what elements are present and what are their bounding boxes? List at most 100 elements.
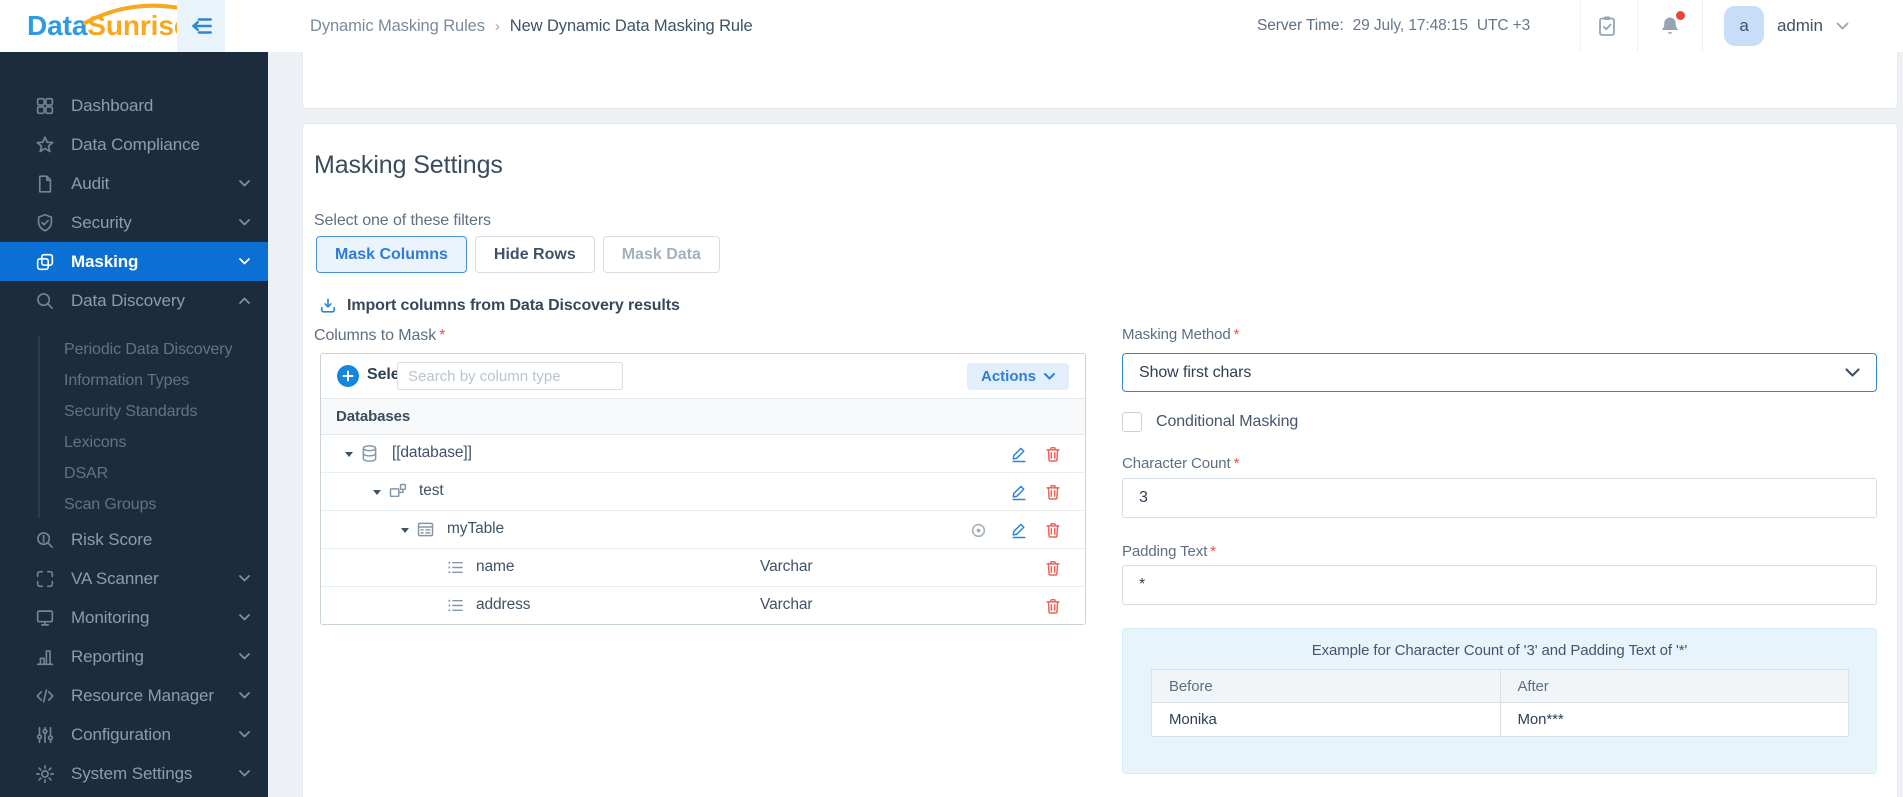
tree-node-label[interactable]: test	[419, 482, 444, 500]
import-columns-link[interactable]: Import columns from Data Discovery resul…	[318, 296, 680, 316]
masking-method-label: Masking Method *	[1122, 326, 1240, 343]
sidebar-item-dashboard[interactable]: Dashboard	[0, 86, 268, 125]
sidebar-item-reporting[interactable]: Reporting	[0, 637, 268, 676]
datasunrise-logo[interactable]: DataSunrise	[27, 0, 209, 52]
masking-example-box: Example for Character Count of '3' and P…	[1122, 628, 1877, 774]
sidebar-subitem-periodic-data-discovery[interactable]: Periodic Data Discovery	[0, 334, 268, 365]
sidebar-item-label: Risk Score	[71, 529, 153, 549]
sidebar-subitem-lexicons[interactable]: Lexicons	[0, 427, 268, 458]
columns-to-mask-label: Columns to Mask *	[314, 327, 445, 345]
sidebar-item-data-compliance[interactable]: Data Compliance	[0, 125, 268, 164]
edit-icon[interactable]	[1008, 519, 1030, 541]
tasks-button[interactable]	[1595, 14, 1619, 38]
conditional-masking-checkbox[interactable]	[1122, 412, 1142, 432]
breadcrumb-parent[interactable]: Dynamic Masking Rules	[310, 17, 485, 36]
character-count-label: Character Count *	[1122, 455, 1239, 472]
preview-icon[interactable]	[967, 519, 989, 541]
scanner-frame-icon	[34, 568, 56, 590]
sidebar-subitem-security-standards[interactable]: Security Standards	[0, 396, 268, 427]
chevron-down-icon	[239, 652, 250, 659]
delete-icon[interactable]	[1042, 519, 1064, 541]
hide-rows-button[interactable]: Hide Rows	[474, 236, 595, 273]
sidebar-item-security[interactable]: Security	[0, 203, 268, 242]
chevron-down-icon	[239, 257, 250, 264]
notifications-button[interactable]	[1658, 11, 1685, 38]
example-table: Before After Monika Mon***	[1151, 669, 1849, 737]
logo-text-data: Data	[27, 10, 88, 41]
notification-badge	[1676, 11, 1685, 20]
dashboard-grid-icon	[34, 95, 56, 117]
user-name: admin	[1777, 16, 1823, 35]
caret-down-icon[interactable]	[345, 452, 353, 457]
sidebar-item-label: Resource Manager	[71, 685, 214, 705]
caret-down-icon[interactable]	[401, 528, 409, 533]
table-icon	[415, 519, 436, 540]
sidebar-navigation: Dashboard Data Compliance Audit Security…	[0, 52, 268, 797]
chevron-down-icon	[239, 769, 250, 776]
mask-columns-button[interactable]: Mask Columns	[316, 236, 467, 273]
actions-dropdown-button[interactable]: Actions	[966, 363, 1069, 390]
sidebar-collapse-button[interactable]	[177, 0, 225, 52]
delete-icon[interactable]	[1042, 481, 1064, 503]
monitor-icon	[34, 607, 56, 629]
padding-text-text: Padding Text	[1122, 543, 1208, 560]
sidebar-subitem-scan-groups[interactable]: Scan Groups	[0, 489, 268, 520]
collapse-sidebar-icon	[192, 18, 212, 34]
server-time-value: 29 July, 17:48:15	[1352, 17, 1468, 34]
sidebar-item-monitoring[interactable]: Monitoring	[0, 598, 268, 637]
tree-node-label[interactable]: address	[476, 596, 531, 614]
columns-to-mask-text: Columns to Mask	[314, 327, 437, 344]
top-header: DataSunrise Dynamic Masking Rules › New …	[0, 0, 1903, 52]
filter-section-label: Select one of these filters	[314, 212, 491, 229]
padding-text-label: Padding Text *	[1122, 543, 1216, 560]
sidebar-item-audit[interactable]: Audit	[0, 164, 268, 203]
masking-method-select[interactable]: Show first chars	[1122, 353, 1877, 392]
breadcrumb-current: New Dynamic Data Masking Rule	[509, 16, 753, 35]
page-title: Masking Settings	[314, 151, 503, 179]
delete-icon[interactable]	[1042, 557, 1064, 579]
avatar-letter: a	[1739, 16, 1749, 35]
breadcrumb: Dynamic Masking Rules › New Dynamic Data…	[310, 0, 753, 52]
user-menu[interactable]: a admin	[1724, 0, 1849, 52]
character-count-input[interactable]	[1122, 478, 1877, 518]
column-list-icon	[445, 557, 466, 578]
chevron-down-icon	[239, 218, 250, 225]
padding-text-input[interactable]	[1122, 565, 1877, 605]
delete-icon[interactable]	[1042, 443, 1064, 465]
search-icon	[34, 290, 56, 312]
chevron-down-icon	[239, 613, 250, 620]
sidebar-item-label: VA Scanner	[71, 568, 159, 588]
sidebar-item-data-discovery[interactable]: Data Discovery	[0, 281, 268, 320]
column-list-icon	[445, 595, 466, 616]
delete-icon[interactable]	[1042, 595, 1064, 617]
chevron-down-icon	[239, 574, 250, 581]
sidebar-item-label: Configuration	[71, 724, 171, 744]
column-datatype: Varchar	[760, 596, 813, 613]
example-title: Example for Character Count of '3' and P…	[1311, 642, 1688, 659]
sidebar-item-system-settings[interactable]: System Settings	[0, 754, 268, 793]
submenu-indent-line	[38, 336, 40, 518]
header-divider	[1580, 0, 1581, 52]
conditional-masking-option[interactable]: Conditional Masking	[1122, 412, 1298, 432]
tree-node-label[interactable]: name	[476, 558, 514, 576]
edit-icon[interactable]	[1008, 481, 1030, 503]
sidebar-item-label: Data Discovery	[71, 290, 185, 310]
sidebar-subitem-information-types[interactable]: Information Types	[0, 365, 268, 396]
tree-node-label[interactable]: myTable	[447, 520, 504, 538]
column-search-input[interactable]	[397, 362, 623, 390]
tree-node-label[interactable]: [[database]]	[392, 444, 472, 462]
mask-data-button[interactable]: Mask Data	[602, 236, 720, 273]
sidebar-item-va-scanner[interactable]: VA Scanner	[0, 559, 268, 598]
shield-check-icon	[34, 212, 56, 234]
sidebar-subitem-dsar[interactable]: DSAR	[0, 458, 268, 489]
example-after-value: Mon***	[1499, 702, 1849, 737]
sidebar-item-resource-manager[interactable]: Resource Manager	[0, 676, 268, 715]
example-row: Monika Mon***	[1151, 702, 1849, 737]
server-time: Server Time: 29 July, 17:48:15 UTC +3	[1257, 0, 1530, 52]
caret-down-icon[interactable]	[373, 490, 381, 495]
sidebar-item-risk-score[interactable]: Risk Score	[0, 520, 268, 559]
add-column-button[interactable]	[337, 365, 359, 387]
edit-icon[interactable]	[1008, 443, 1030, 465]
sidebar-item-configuration[interactable]: Configuration	[0, 715, 268, 754]
sidebar-item-masking[interactable]: Masking	[0, 242, 268, 281]
